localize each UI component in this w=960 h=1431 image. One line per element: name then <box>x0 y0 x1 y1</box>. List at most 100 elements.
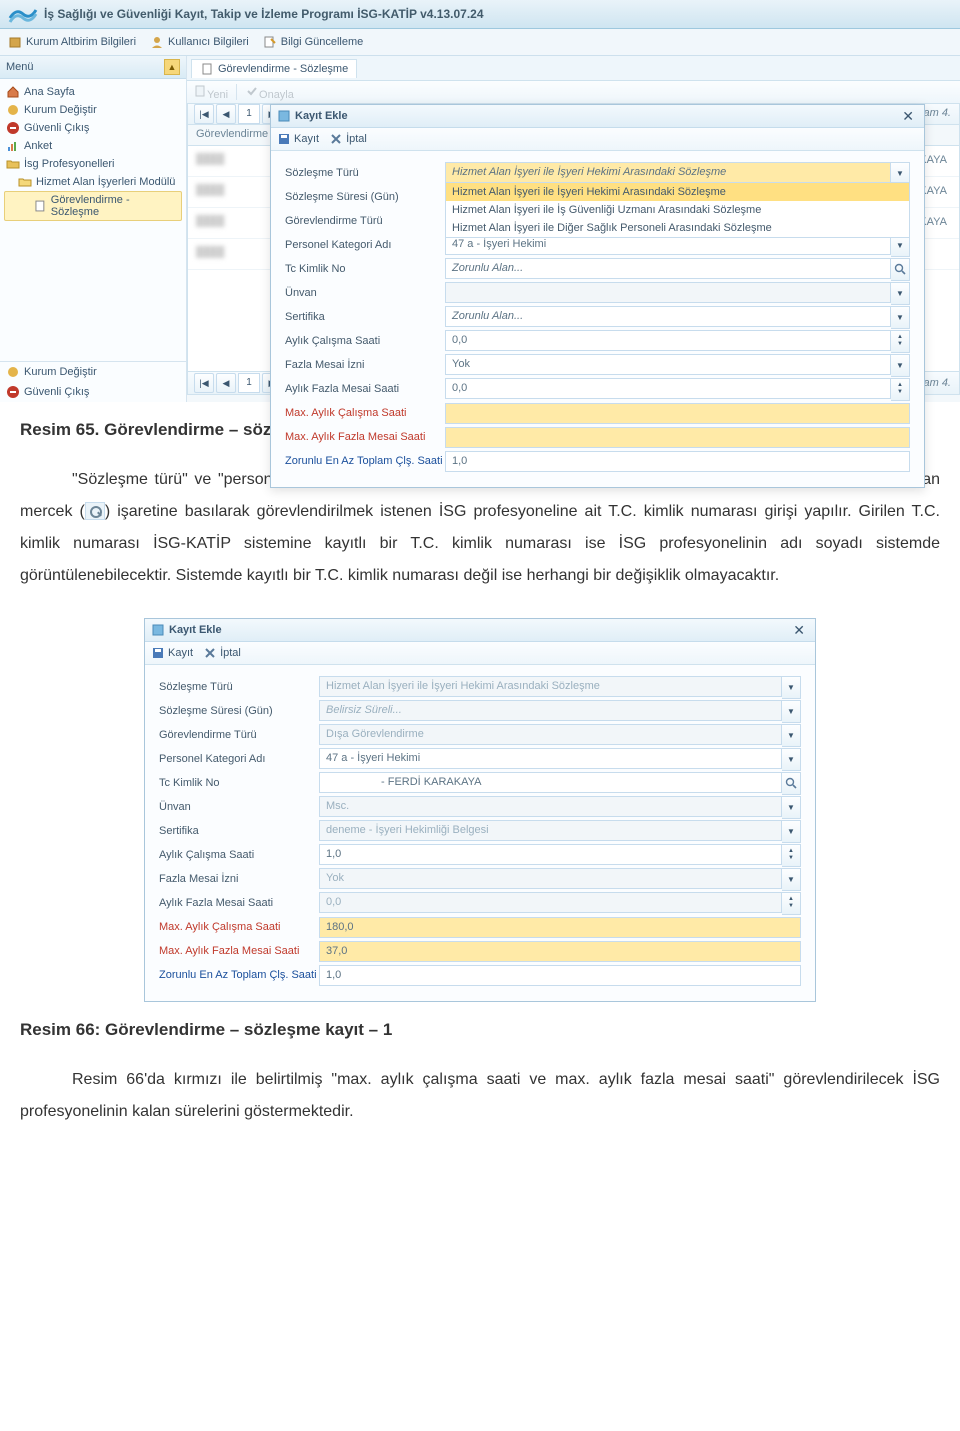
pager-prev[interactable]: ◀ <box>216 373 236 393</box>
app-logo-icon <box>8 4 38 24</box>
dropdown-option[interactable]: Hizmet Alan İşyeri ile Diğer Sağlık Pers… <box>446 219 909 237</box>
spinner-buttons[interactable]: ▲▼ <box>782 892 801 915</box>
input-unvan[interactable]: Msc. <box>319 796 782 817</box>
dropdown-arrow-icon[interactable]: ▼ <box>782 676 801 699</box>
edit-icon <box>263 35 277 49</box>
dialog-close-button[interactable]: ✕ <box>898 108 918 125</box>
search-button[interactable] <box>891 258 910 281</box>
spinner-buttons[interactable]: ▲▼ <box>782 844 801 867</box>
spinner-buttons[interactable]: ▲▼ <box>891 378 910 401</box>
dialog-form: Sözleşme Türü Hizmet Alan İşyeri ile İşy… <box>271 151 924 487</box>
input-sertifika[interactable]: Zorunlu Alan... <box>445 306 891 327</box>
iptal-button[interactable]: İptal <box>203 646 241 660</box>
sidebar-collapse-icon[interactable]: ▲ <box>164 59 180 75</box>
home-icon <box>6 85 20 99</box>
spinner-buttons[interactable]: ▲▼ <box>891 330 910 353</box>
input-unvan[interactable] <box>445 282 891 303</box>
label-max-aylik: Max. Aylık Çalışma Saati <box>285 407 445 419</box>
grid-area: |◀ ◀ 1 ▶ ▶| ayıtlar 1 - 4 Toplam 4. Göre… <box>187 104 960 395</box>
foot-guvenli-cikis[interactable]: Güvenli Çıkış <box>0 382 186 402</box>
menu-kurum-altbirim[interactable]: Kurum Altbirim Bilgileri <box>8 35 136 49</box>
pager-prev[interactable]: ◀ <box>216 104 236 124</box>
nav-anket[interactable]: Anket <box>4 137 182 155</box>
dropdown-arrow-icon[interactable]: ▼ <box>782 820 801 843</box>
label-max-fazla: Max. Aylık Fazla Mesai Saati <box>285 431 445 443</box>
kayit-ekle-dialog: Kayıt Ekle ✕ Kayıt İptal Sözleşme Türü H… <box>270 104 925 488</box>
sozlesme-turu-dropdown: Hizmet Alan İşyeri ile İşyeri Hekimi Ara… <box>445 182 910 238</box>
kayit-button[interactable]: Kayıt <box>151 646 193 660</box>
label-zorunlu: Zorunlu En Az Toplam Çlş. Saati <box>285 455 445 467</box>
pager-page-input[interactable]: 1 <box>238 104 260 124</box>
form-icon <box>277 109 291 123</box>
toolbar-yeni[interactable]: Yeni <box>193 84 228 101</box>
input-sozlesme-turu[interactable]: Hizmet Alan İşyeri ile İşyeri Hekimi Ara… <box>319 676 782 697</box>
search-button[interactable] <box>782 772 801 795</box>
pager-page-input[interactable]: 1 <box>238 373 260 393</box>
nav-hizmet-alan-modulu[interactable]: Hizmet Alan İşyerleri Modülü <box>4 173 182 191</box>
input-tc[interactable]: - FERDİ KARAKAYA <box>319 772 782 793</box>
input-personel-kat[interactable]: 47 a - İşyeri Hekimi <box>319 748 782 769</box>
save-icon <box>277 132 291 146</box>
toolbar-onayla[interactable]: Onayla <box>245 84 294 101</box>
menu-bilgi-guncelleme[interactable]: Bilgi Güncelleme <box>263 35 364 49</box>
nav-isg-profesyonelleri[interactable]: İsg Profesyonelleri <box>4 155 182 173</box>
foot-kurum-degistir[interactable]: Kurum Değiştir <box>0 362 186 382</box>
input-aylik-calisma[interactable]: 0,0 <box>445 330 891 351</box>
input-aylik-fazla[interactable]: 0,0 <box>319 892 782 913</box>
app-window: İş Sağlığı ve Güvenliği Kayıt, Takip ve … <box>0 0 960 402</box>
input-max-aylik: 180,0 <box>319 917 801 938</box>
dropdown-arrow-icon[interactable]: ▼ <box>782 748 801 771</box>
label-sertifika: Sertifika <box>159 825 319 837</box>
save-icon <box>151 646 165 660</box>
dropdown-arrow-icon[interactable]: ▼ <box>782 724 801 747</box>
folder-open-icon <box>18 175 32 189</box>
dropdown-arrow-icon[interactable]: ▼ <box>782 796 801 819</box>
input-gorev-turu[interactable]: Dışa Görevlendirme <box>319 724 782 745</box>
input-aylik-calisma[interactable]: 1,0 <box>319 844 782 865</box>
nav-kurum-degistir[interactable]: Kurum Değiştir <box>4 101 182 119</box>
label-aylik-calisma: Aylık Çalışma Saati <box>285 335 445 347</box>
dropdown-option[interactable]: Hizmet Alan İşyeri ile İş Güvenliği Uzma… <box>446 201 909 219</box>
menu-kullanici-bilgileri[interactable]: Kullanıcı Bilgileri <box>150 35 249 49</box>
input-fazla-mesai[interactable]: Yok <box>445 354 891 375</box>
search-icon <box>785 777 797 789</box>
document-icon <box>33 199 47 213</box>
switch-icon <box>6 365 20 379</box>
nav-ana-sayfa[interactable]: Ana Sayfa <box>4 83 182 101</box>
input-tc[interactable]: Zorunlu Alan... <box>445 258 891 279</box>
kayit-ekle-dialog-2: Kayıt Ekle ✕ Kayıt İptal Sözleşme TürüHi… <box>144 618 816 1002</box>
label-fazla-mesai: Fazla Mesai İzni <box>159 873 319 885</box>
input-aylik-fazla[interactable]: 0,0 <box>445 378 891 399</box>
pager-first[interactable]: |◀ <box>194 373 214 393</box>
nav-gorevlendirme-sozlesme[interactable]: Görevlendirme - Sözleşme <box>4 191 182 221</box>
input-sozlesme-turu[interactable]: Hizmet Alan İşyeri ile İşyeri Hekimi Ara… <box>445 162 891 183</box>
app-title: İş Sağlığı ve Güvenliği Kayıt, Takip ve … <box>44 7 484 21</box>
input-fazla-mesai[interactable]: Yok <box>319 868 782 889</box>
dropdown-option[interactable]: Hizmet Alan İşyeri ile İşyeri Hekimi Ara… <box>446 183 909 201</box>
kayit-button[interactable]: Kayıt <box>277 132 319 146</box>
label-sozlesme-turu: Sözleşme Türü <box>285 167 445 179</box>
dropdown-arrow-icon[interactable]: ▼ <box>891 354 910 377</box>
form-icon <box>151 623 165 637</box>
dropdown-arrow-icon[interactable]: ▼ <box>891 282 910 305</box>
dropdown-arrow-icon[interactable]: ▼ <box>891 306 910 329</box>
dialog-titlebar: Kayıt Ekle ✕ <box>145 619 815 642</box>
nav-guvenli-cikis[interactable]: Güvenli Çıkış <box>4 119 182 137</box>
new-icon <box>193 84 207 98</box>
pager-first[interactable]: |◀ <box>194 104 214 124</box>
dialog-close-button[interactable]: ✕ <box>789 622 809 639</box>
tab-gorevlendirme[interactable]: Görevlendirme - Sözleşme <box>191 59 357 78</box>
input-sozlesme-suresi[interactable]: Belirsiz Süreli... <box>319 700 782 721</box>
tab-bar: Görevlendirme - Sözleşme <box>187 56 960 80</box>
iptal-button[interactable]: İptal <box>329 132 367 146</box>
label-gorev-turu: Görevlendirme Türü <box>159 729 319 741</box>
dropdown-arrow-icon[interactable]: ▼ <box>782 868 801 891</box>
paragraph-2: Resim 66'da kırmızı ile belirtilmiş "max… <box>20 1064 940 1128</box>
exit-icon <box>6 385 20 399</box>
figure-caption-66: Resim 66: Görevlendirme – sözleşme kayıt… <box>20 1020 940 1040</box>
folder-icon <box>6 157 20 171</box>
check-icon <box>245 84 259 98</box>
input-sertifika[interactable]: deneme - İşyeri Hekimliği Belgesi <box>319 820 782 841</box>
dropdown-arrow-icon[interactable]: ▼ <box>782 700 801 723</box>
dialog-title: Kayıt Ekle <box>295 110 348 122</box>
